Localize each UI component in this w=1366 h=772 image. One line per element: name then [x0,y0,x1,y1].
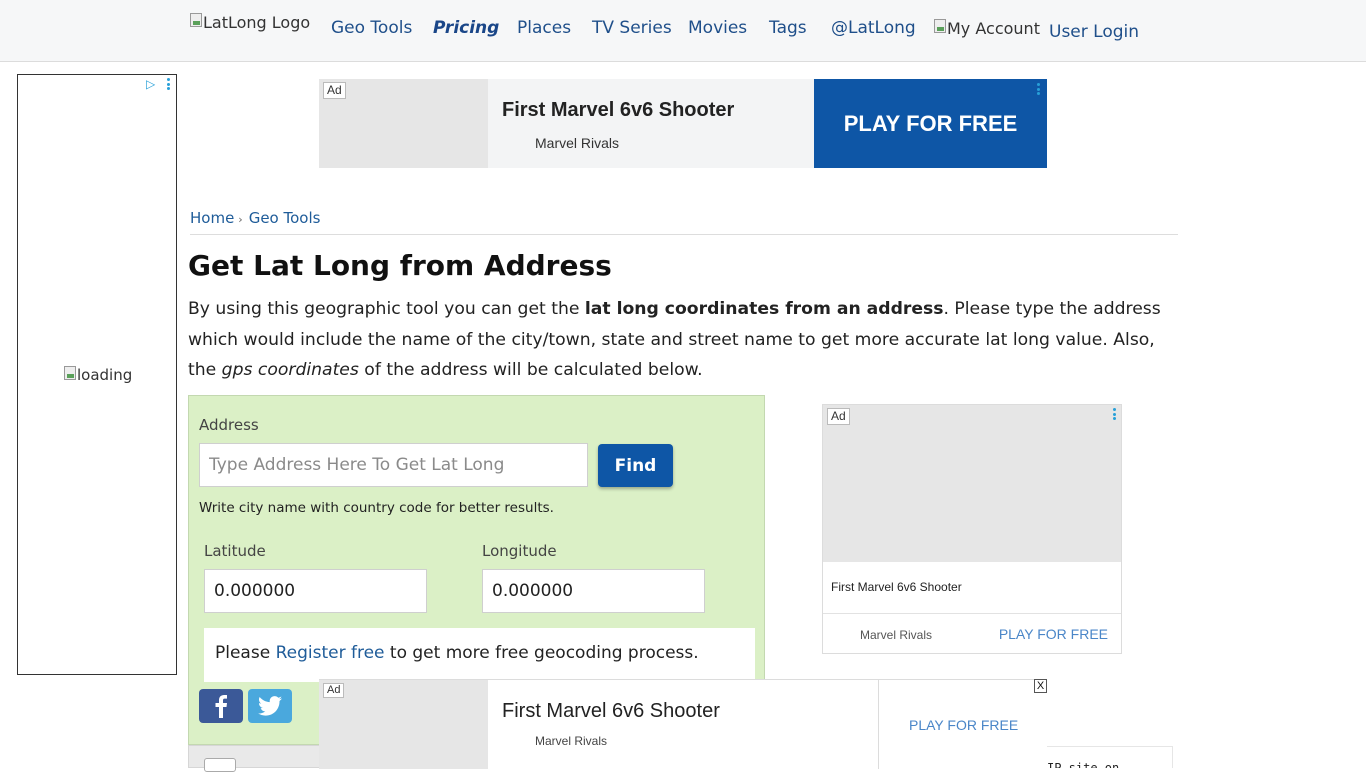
site-logo-link[interactable]: LatLong Logo [190,13,310,32]
top-banner-ad[interactable]: Ad First Marvel 6v6 Shooter Marvel Rival… [319,79,1047,168]
nav-twitter-handle[interactable]: @LatLong [831,18,916,38]
my-account-link[interactable]: My Account [934,19,1040,38]
latitude-label: Latitude [204,542,266,560]
twitter-icon [258,696,282,716]
intro-paragraph: By using this geographic tool you can ge… [188,299,1161,380]
nav-tv-series[interactable]: TV Series [592,18,672,38]
nav-places[interactable]: Places [517,18,571,38]
ad-headline[interactable]: First Marvel 6v6 Shooter [831,580,962,594]
close-ad-button[interactable]: X [1034,679,1047,693]
nav-geo-tools[interactable]: Geo Tools [331,18,412,38]
partial-code-snippet: IP site on [1040,746,1173,768]
intro-bold-text: lat long coordinates from an address [584,299,944,319]
ad-advertiser: Marvel Rivals [860,628,933,642]
intro-italic-text: gps coordinates [221,360,359,380]
ad-image [823,405,1121,562]
side-skyscraper-ad[interactable]: ▷ loading [17,74,177,675]
kebab-menu-icon[interactable] [1037,83,1041,97]
user-login-link[interactable]: User Login [1049,22,1139,42]
facebook-icon [215,695,227,718]
kebab-menu-icon[interactable] [1113,408,1117,422]
nav-movies[interactable]: Movies [688,18,747,38]
top-navigation: LatLong Logo Geo Tools Pricing Places TV… [0,0,1366,62]
partial-control[interactable] [204,758,236,772]
ad-headline[interactable]: First Marvel 6v6 Shooter [502,700,720,723]
find-button[interactable]: Find [598,444,673,487]
address-label: Address [199,416,259,434]
ad-divider [878,680,879,769]
page-title: Get Lat Long from Address [188,249,612,282]
ad-advertiser: Marvel Rivals [535,135,620,151]
address-hint: Write city name with country code for be… [199,500,554,516]
ad-headline[interactable]: First Marvel 6v6 Shooter [502,99,734,122]
twitter-share-button[interactable] [248,689,292,723]
ad-footer: Marvel Rivals PLAY FOR FREE [823,613,1121,654]
broken-image-icon [934,19,946,33]
breadcrumb: Home › Geo Tools [190,209,1178,235]
longitude-label: Longitude [482,542,557,560]
nav-pricing[interactable]: Pricing [433,18,499,38]
register-notice: Please Register free to get more free ge… [204,628,755,682]
logo-alt-text: LatLong Logo [203,13,311,32]
kebab-menu-icon[interactable] [167,78,171,92]
broken-image-icon [64,366,76,380]
adchoices-icon[interactable]: ▷ [146,78,155,90]
address-input[interactable] [199,443,588,487]
longitude-field[interactable] [482,569,705,613]
breadcrumb-home[interactable]: Home [190,209,234,227]
ad-label: Ad [323,683,345,698]
latitude-field[interactable] [204,569,427,613]
partial-toolbar [188,745,320,772]
ad-advertiser: Marvel Rivals [535,734,608,748]
sticky-bottom-ad[interactable]: Ad First Marvel 6v6 Shooter Marvel Rival… [319,679,1047,769]
facebook-share-button[interactable] [199,689,243,723]
nav-tags[interactable]: Tags [769,18,807,38]
ad-play-link[interactable]: PLAY FOR FREE [999,626,1108,642]
broken-image-icon [190,13,202,27]
loading-image: loading [64,366,132,384]
ad-play-button[interactable]: PLAY FOR FREE [814,79,1047,168]
account-alt-text: My Account [947,19,1040,38]
breadcrumb-geo-tools[interactable]: Geo Tools [249,209,321,227]
ad-label: Ad [323,82,346,99]
chevron-right-icon: › [238,213,243,226]
sidebar-card-ad[interactable]: Ad First Marvel 6v6 Shooter Marvel Rival… [822,404,1122,654]
ad-play-link[interactable]: PLAY FOR FREE [909,717,1018,733]
register-free-link[interactable]: Register free [276,643,385,663]
ad-label: Ad [827,408,850,425]
